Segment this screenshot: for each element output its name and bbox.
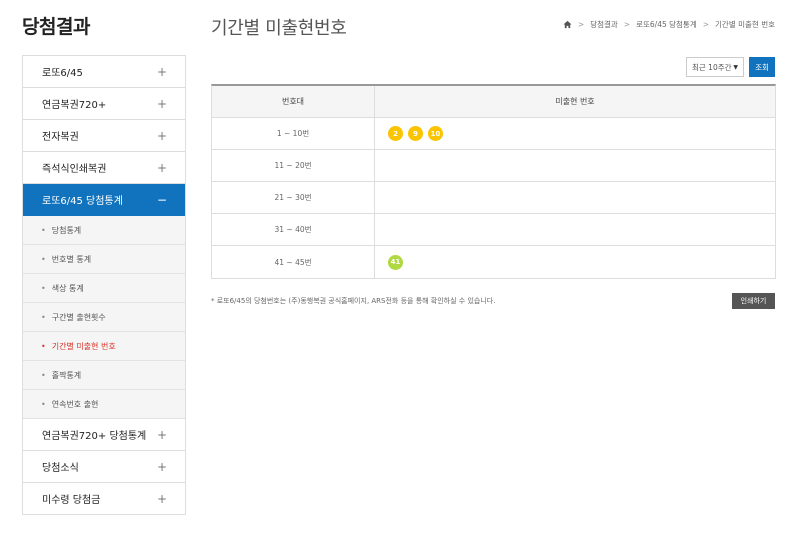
menu-item-label: 미수령 당첨금	[42, 495, 101, 506]
sidebar-menu: 로또6/45 + 연금복권720+ + 전자복권 + 즉석식인쇄복권 + 로또6/45 …	[22, 55, 186, 515]
menu-item-lotto645[interactable]: 로또6/45 +	[23, 56, 185, 88]
search-button[interactable]: 조회	[749, 57, 775, 77]
submenu-item-color-stats[interactable]: • 색상 통계	[23, 274, 185, 303]
table-header-missing: 미출현 번호	[555, 97, 595, 106]
expand-plus-icon: +	[156, 96, 167, 111]
chevron-right-icon: >	[623, 20, 631, 29]
menu-item-unclaimed-prize[interactable]: 미수령 당첨금 +	[23, 483, 185, 515]
submenu-item-consecutive[interactable]: • 연속번호 출현	[23, 390, 185, 419]
balls-cell	[375, 214, 775, 245]
menu-item-label: 로또6/45	[42, 68, 83, 79]
period-filter: 최근 10주간 ▼ 조회	[686, 57, 775, 77]
submenu-item-period-missing[interactable]: • 기간별 미출현 번호	[23, 332, 185, 361]
breadcrumb: > 당첨결과 > 로또6/45 당첨통계 > 기간별 미출현 번호	[563, 19, 775, 30]
range-cell: 41 ~ 45번	[212, 246, 375, 278]
menu-item-instant-print[interactable]: 즉석식인쇄복권 +	[23, 152, 185, 184]
range-cell: 21 ~ 30번	[212, 182, 375, 213]
menu-item-label: 전자복권	[42, 132, 79, 143]
bullet-icon: •	[41, 312, 46, 322]
table-row: 21 ~ 30번	[212, 182, 775, 214]
table-header-range: 번호대	[212, 86, 375, 117]
expand-plus-icon: +	[156, 64, 167, 79]
table-row: 1 ~ 10번 2 9 10	[212, 118, 775, 150]
menu-item-lotto645-stats[interactable]: 로또6/45 당첨통계 −	[23, 184, 185, 216]
sidebar-title: 당첨결과	[22, 16, 90, 38]
menu-item-pension720-stats[interactable]: 연금복권720+ 당첨통계 +	[23, 419, 185, 451]
submenu-item-range-frequency[interactable]: • 구간별 출현횟수	[23, 303, 185, 332]
expand-plus-icon: +	[156, 128, 167, 143]
submenu-item-label: 구간별 출현횟수	[51, 312, 106, 322]
lotto-ball: 41	[388, 254, 403, 270]
menu-item-label: 즉석식인쇄복권	[42, 164, 107, 175]
submenu-item-label: 홀짝통계	[51, 370, 82, 380]
balls-cell	[375, 182, 775, 213]
menu-item-label: 연금복권720+ 당첨통계	[42, 431, 147, 442]
bullet-icon: •	[41, 370, 46, 380]
chevron-right-icon: >	[702, 20, 710, 29]
submenu-item-winning-stats[interactable]: • 당첨통계	[23, 216, 185, 245]
print-button[interactable]: 인쇄하기	[732, 293, 775, 309]
period-select[interactable]: 최근 10주간 ▼	[686, 57, 744, 77]
range-cell: 1 ~ 10번	[212, 118, 375, 149]
menu-item-label: 로또6/45 당첨통계	[42, 196, 123, 207]
table-row: 41 ~ 45번 41	[212, 246, 775, 278]
menu-item-winning-news[interactable]: 당첨소식 +	[23, 451, 185, 483]
expand-plus-icon: +	[156, 427, 167, 442]
expand-plus-icon: +	[156, 160, 167, 175]
bullet-icon: •	[41, 283, 46, 293]
submenu-item-number-stats[interactable]: • 번호별 통계	[23, 245, 185, 274]
chevron-right-icon: >	[577, 20, 585, 29]
footnote: * 로또6/45의 당첨번호는 (주)동행복권 공식홈페이지, ARS전화 등을…	[211, 297, 496, 305]
expand-plus-icon: +	[156, 459, 167, 474]
lotto-ball: 10	[428, 126, 443, 141]
period-select-value: 최근 10주간	[692, 62, 732, 72]
caret-down-icon: ▼	[733, 63, 738, 71]
submenu-item-odd-even[interactable]: • 홀짝통계	[23, 361, 185, 390]
submenu-item-label: 당첨통계	[51, 225, 82, 235]
breadcrumb-item[interactable]: 당첨결과	[590, 19, 618, 30]
expand-plus-icon: +	[156, 491, 167, 506]
table-row: 31 ~ 40번	[212, 214, 775, 246]
submenu-item-label: 기간별 미출현 번호	[51, 341, 116, 351]
range-cell: 11 ~ 20번	[212, 150, 375, 181]
breadcrumb-current: 기간별 미출현 번호	[715, 20, 775, 29]
page-title: 기간별 미출현번호	[211, 18, 347, 39]
submenu-item-label: 색상 통계	[51, 283, 84, 293]
missing-numbers-table: 번호대 미출현 번호 1 ~ 10번 2 9 10 11 ~ 20번 21 ~ 30번…	[211, 84, 776, 279]
balls-cell	[375, 150, 775, 181]
lotto-ball: 9	[408, 126, 423, 141]
breadcrumb-item[interactable]: 로또6/45 당첨통계	[636, 19, 697, 30]
bullet-icon: •	[41, 225, 46, 235]
submenu-item-label: 연속번호 출현	[51, 399, 99, 409]
table-header-row: 번호대 미출현 번호	[212, 86, 775, 118]
bullet-icon: •	[41, 399, 46, 409]
home-icon[interactable]	[563, 20, 572, 29]
submenu-item-label: 번호별 통계	[51, 254, 92, 264]
table-row: 11 ~ 20번	[212, 150, 775, 182]
balls-cell: 2 9 10	[375, 118, 775, 149]
menu-item-label: 당첨소식	[42, 463, 79, 474]
bullet-icon: •	[41, 341, 46, 351]
lotto-ball: 2	[388, 126, 403, 141]
range-cell: 31 ~ 40번	[212, 214, 375, 245]
collapse-minus-icon: −	[156, 192, 167, 207]
menu-item-label: 연금복권720+	[42, 100, 107, 111]
menu-item-pension720[interactable]: 연금복권720+ +	[23, 88, 185, 120]
balls-cell: 41	[375, 246, 775, 278]
menu-item-e-lottery[interactable]: 전자복권 +	[23, 120, 185, 152]
bullet-icon: •	[41, 254, 46, 264]
